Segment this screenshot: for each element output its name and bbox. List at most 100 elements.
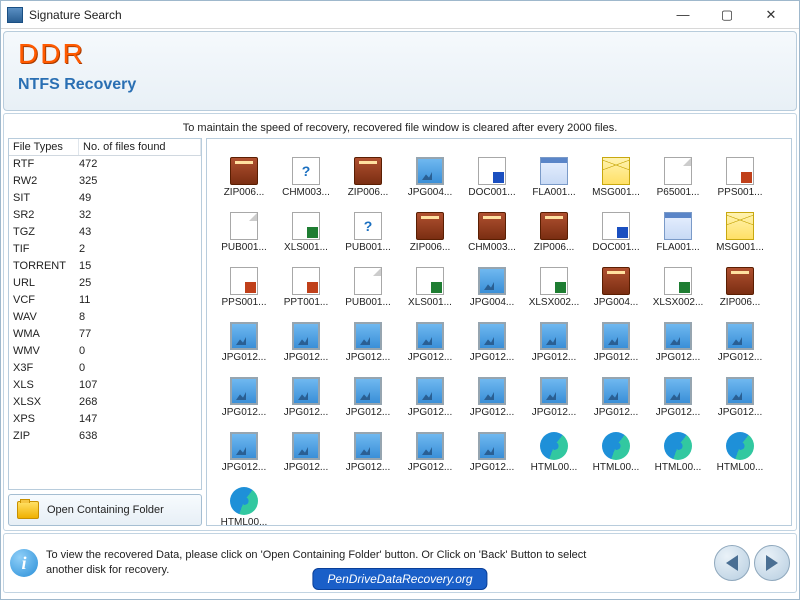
table-row[interactable]: WAV8 — [9, 309, 201, 326]
table-row[interactable]: WMV0 — [9, 343, 201, 360]
panels: File Types No. of files found RTF472RW23… — [8, 138, 792, 526]
file-item[interactable]: PUB001... — [337, 198, 399, 253]
cell-file-type: XLS — [13, 377, 79, 394]
table-row[interactable]: TGZ43 — [9, 224, 201, 241]
table-row[interactable]: TIF2 — [9, 241, 201, 258]
table-row[interactable]: RTF472 — [9, 156, 201, 173]
maximize-button[interactable]: ▢ — [705, 2, 749, 28]
file-item[interactable]: JPG004... — [585, 253, 647, 308]
image-icon — [230, 432, 258, 460]
file-item[interactable]: JPG012... — [275, 363, 337, 418]
file-item[interactable]: JPG012... — [399, 418, 461, 473]
table-body[interactable]: RTF472RW2325SIT49SR232TGZ43TIF2TORRENT15… — [9, 156, 201, 489]
table-row[interactable]: TORRENT15 — [9, 258, 201, 275]
file-item[interactable]: JPG012... — [337, 418, 399, 473]
file-item[interactable]: FLA001... — [523, 143, 585, 198]
xls-icon — [664, 267, 692, 295]
table-row[interactable]: SR232 — [9, 207, 201, 224]
recovered-files-panel[interactable]: ZIP006...CHM003...ZIP006...JPG004...DOC0… — [206, 138, 792, 526]
file-item[interactable]: JPG012... — [461, 308, 523, 363]
table-row[interactable]: X3F0 — [9, 360, 201, 377]
file-item[interactable]: HTML00... — [647, 418, 709, 473]
cell-file-count: 8 — [79, 309, 197, 326]
file-item[interactable]: CHM003... — [461, 198, 523, 253]
file-item[interactable]: JPG012... — [585, 308, 647, 363]
file-item[interactable]: XLSX002... — [647, 253, 709, 308]
file-item[interactable]: MSG001... — [585, 143, 647, 198]
open-containing-folder-button[interactable]: Open Containing Folder — [8, 494, 202, 526]
table-row[interactable]: VCF11 — [9, 292, 201, 309]
file-item[interactable]: XLSX002... — [523, 253, 585, 308]
file-item[interactable]: PUB001... — [213, 198, 275, 253]
file-item[interactable]: JPG012... — [647, 363, 709, 418]
header-file-types[interactable]: File Types — [9, 139, 79, 155]
file-item[interactable]: HTML00... — [709, 418, 771, 473]
header-file-count[interactable]: No. of files found — [79, 139, 201, 155]
file-item[interactable]: ZIP006... — [523, 198, 585, 253]
table-row[interactable]: URL25 — [9, 275, 201, 292]
table-row[interactable]: WMA77 — [9, 326, 201, 343]
file-item[interactable]: PPS001... — [709, 143, 771, 198]
html-icon — [726, 432, 754, 460]
file-item[interactable]: HTML00... — [213, 473, 275, 526]
table-row[interactable]: XLSX268 — [9, 394, 201, 411]
file-item[interactable]: JPG012... — [213, 363, 275, 418]
file-item[interactable]: PPT001... — [275, 253, 337, 308]
file-item[interactable]: JPG004... — [399, 143, 461, 198]
file-item[interactable]: DOC001... — [585, 198, 647, 253]
file-item[interactable]: JPG012... — [709, 363, 771, 418]
table-row[interactable]: XPS147 — [9, 411, 201, 428]
file-item[interactable]: HTML00... — [523, 418, 585, 473]
file-item[interactable]: JPG004... — [461, 253, 523, 308]
file-item[interactable]: CHM003... — [275, 143, 337, 198]
cell-file-type: ZIP — [13, 428, 79, 445]
file-item[interactable]: ZIP006... — [337, 143, 399, 198]
file-item[interactable]: JPG012... — [585, 363, 647, 418]
cell-file-type: WMA — [13, 326, 79, 343]
titlebar: Signature Search — ▢ ✕ — [1, 1, 799, 29]
file-item[interactable]: JPG012... — [337, 363, 399, 418]
file-item[interactable]: PPS001... — [213, 253, 275, 308]
file-item[interactable]: JPG012... — [523, 363, 585, 418]
file-item-label: XLS001... — [284, 242, 328, 253]
file-item[interactable]: XLS001... — [275, 198, 337, 253]
table-row[interactable]: ZIP638 — [9, 428, 201, 445]
file-item[interactable]: ZIP006... — [399, 198, 461, 253]
file-item[interactable]: P65001... — [647, 143, 709, 198]
close-button[interactable]: ✕ — [749, 2, 793, 28]
file-item[interactable]: JPG012... — [213, 308, 275, 363]
file-item[interactable]: JPG012... — [399, 363, 461, 418]
file-item[interactable]: JPG012... — [709, 308, 771, 363]
cell-file-count: 25 — [79, 275, 197, 292]
file-item[interactable]: FLA001... — [647, 198, 709, 253]
file-item[interactable]: PUB001... — [337, 253, 399, 308]
file-item[interactable]: JPG012... — [461, 418, 523, 473]
file-item[interactable]: HTML00... — [585, 418, 647, 473]
file-item[interactable]: JPG012... — [213, 418, 275, 473]
file-item-label: XLS001... — [408, 297, 452, 308]
file-item[interactable]: ZIP006... — [213, 143, 275, 198]
file-grid: ZIP006...CHM003...ZIP006...JPG004...DOC0… — [213, 143, 785, 526]
url-badge[interactable]: PenDriveDataRecovery.org — [312, 568, 487, 590]
table-row[interactable]: SIT49 — [9, 190, 201, 207]
cell-file-count: 2 — [79, 241, 197, 258]
file-item[interactable]: JPG012... — [461, 363, 523, 418]
left-panel: File Types No. of files found RTF472RW23… — [8, 138, 202, 526]
file-item[interactable]: MSG001... — [709, 198, 771, 253]
file-item[interactable]: XLS001... — [399, 253, 461, 308]
table-row[interactable]: RW2325 — [9, 173, 201, 190]
file-item[interactable]: JPG012... — [275, 308, 337, 363]
minimize-button[interactable]: — — [661, 2, 705, 28]
file-item[interactable]: JPG012... — [399, 308, 461, 363]
file-item[interactable]: DOC001... — [461, 143, 523, 198]
cell-file-type: RTF — [13, 156, 79, 173]
file-item[interactable]: JPG012... — [337, 308, 399, 363]
file-item-label: JPG012... — [284, 462, 328, 473]
file-item[interactable]: ZIP006... — [709, 253, 771, 308]
forward-button[interactable] — [754, 545, 790, 581]
file-item[interactable]: JPG012... — [523, 308, 585, 363]
table-row[interactable]: XLS107 — [9, 377, 201, 394]
back-button[interactable] — [714, 545, 750, 581]
file-item[interactable]: JPG012... — [275, 418, 337, 473]
file-item[interactable]: JPG012... — [647, 308, 709, 363]
